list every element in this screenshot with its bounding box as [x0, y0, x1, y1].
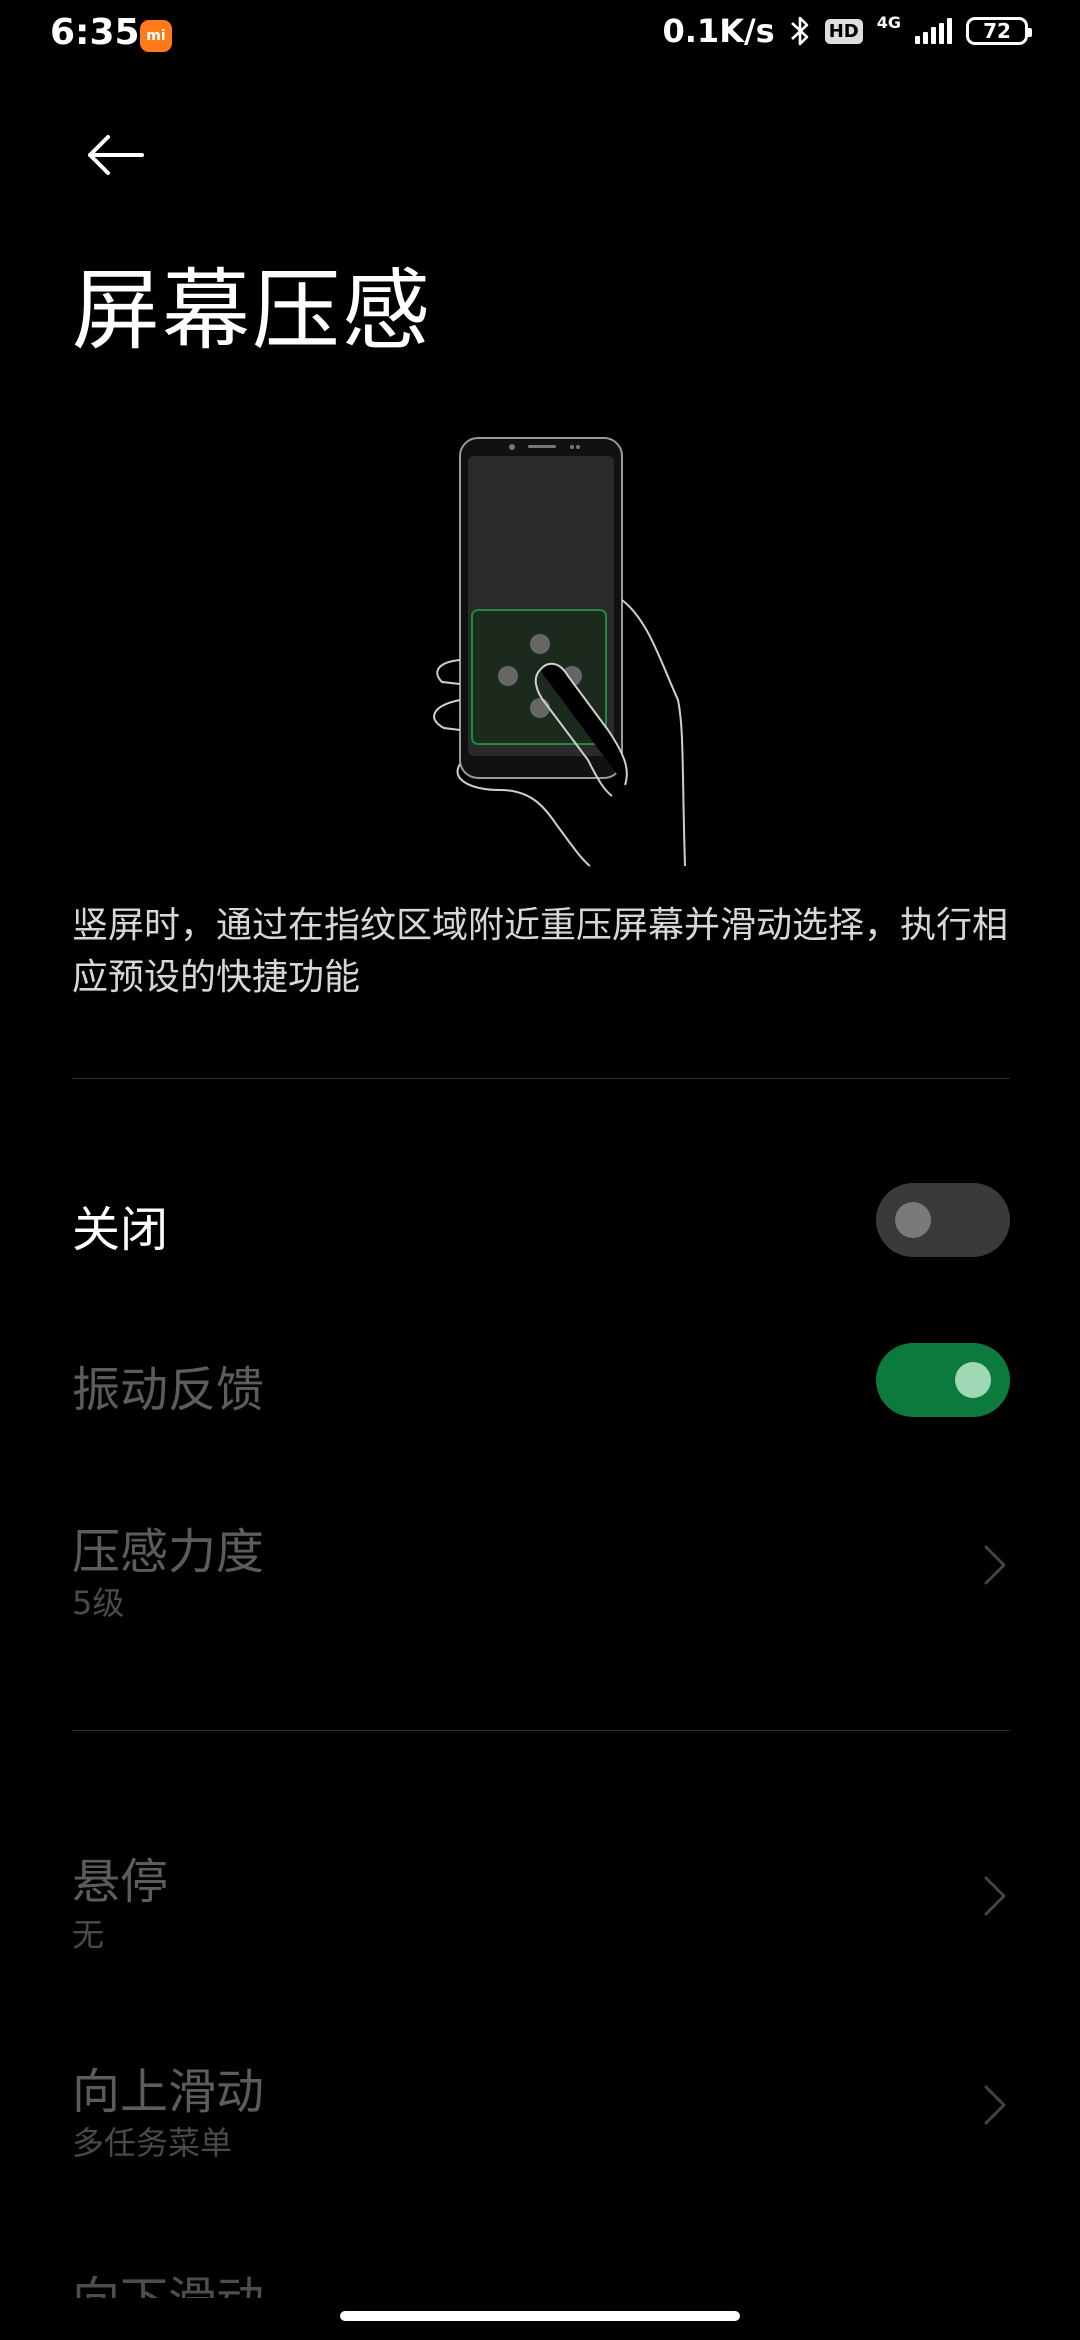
toggle-knob	[955, 1362, 991, 1398]
pressure-force-value: 5级	[72, 1584, 125, 1622]
hover-value: 无	[72, 1916, 105, 1954]
status-time: 6:35	[50, 12, 140, 53]
signal-strength-icon	[915, 18, 952, 44]
vibration-feedback-label: 振动反馈	[72, 1362, 265, 1418]
hd-voice-icon: HD	[824, 18, 863, 44]
pressure-gesture-illustration	[433, 437, 686, 867]
home-indicator[interactable]	[340, 2311, 740, 2321]
arrow-left-icon	[88, 135, 144, 175]
battery-level: 72	[983, 19, 1011, 43]
section-divider	[72, 1730, 1010, 1731]
swipe-down-row[interactable]: 向下滑动	[72, 2260, 264, 2298]
swipe-down-label: 向下滑动	[72, 2272, 264, 2298]
app-notification-icon: mi	[140, 20, 172, 52]
section-divider	[72, 1078, 1010, 1079]
network-speed: 0.1K/s	[662, 12, 775, 50]
vibration-feedback-switch[interactable]	[876, 1343, 1010, 1417]
swipe-up-label: 向上滑动	[72, 2064, 265, 2120]
bluetooth-icon	[790, 16, 809, 46]
feature-description: 竖屏时，通过在指纹区域附近重压屏幕并滑动选择，执行相应预设的快捷功能	[72, 905, 1009, 998]
page-title: 屏幕压感	[72, 259, 433, 362]
back-button[interactable]	[80, 125, 150, 185]
status-bar: 6:35 mi 0.1K/s HD 4G 72	[0, 0, 1080, 72]
swipe-up-value: 多任务菜单	[72, 2124, 233, 2162]
chevron-right-icon	[984, 2085, 1006, 2125]
toggle-knob	[895, 1202, 931, 1238]
chevron-right-icon	[984, 1876, 1006, 1916]
master-toggle-label: 关闭	[72, 1202, 169, 1258]
network-type: 4G	[876, 13, 901, 32]
hover-label: 悬停	[72, 1854, 169, 1910]
status-indicators: 0.1K/s HD 4G 72	[662, 12, 1032, 50]
battery-icon: 72	[966, 17, 1032, 45]
pressure-force-label: 压感力度	[72, 1524, 265, 1580]
chevron-right-icon	[984, 1545, 1006, 1585]
master-toggle-switch[interactable]	[876, 1183, 1010, 1257]
